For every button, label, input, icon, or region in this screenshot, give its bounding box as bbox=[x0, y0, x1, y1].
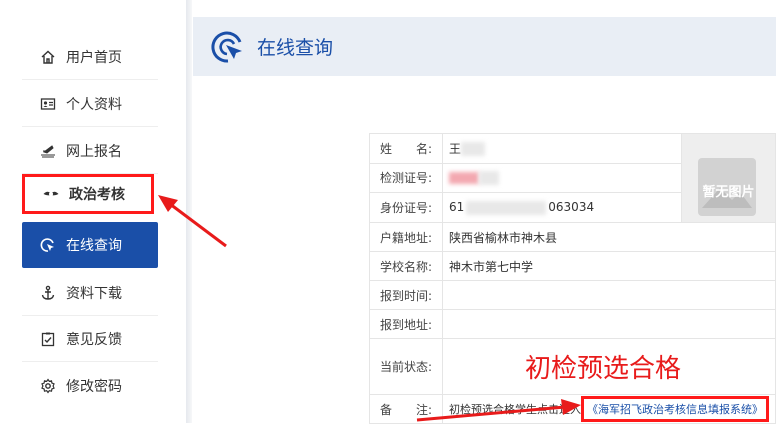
badge-icon bbox=[43, 186, 59, 202]
report-time-label: 报到时间: bbox=[369, 280, 443, 310]
id-card-value: 61 063034 bbox=[441, 192, 683, 223]
hukou-label: 户籍地址: bbox=[369, 222, 443, 252]
exam-id-label: 检测证号: bbox=[369, 162, 443, 194]
table-row: 报到时间: bbox=[369, 280, 776, 310]
table-row: 学校名称: 神木市第七中学 bbox=[369, 251, 776, 281]
school-label: 学校名称: bbox=[369, 251, 443, 281]
gear-icon bbox=[40, 378, 56, 394]
home-icon bbox=[40, 49, 56, 65]
sidebar-item-profile[interactable]: 个人资料 bbox=[22, 81, 158, 127]
query-cursor-icon bbox=[211, 31, 242, 63]
status-value: 初检预选合格 bbox=[525, 354, 682, 384]
sidebar-item-change-password[interactable]: 修改密码 bbox=[22, 363, 158, 409]
page-title: 在线查询 bbox=[257, 37, 334, 59]
exam-id-value bbox=[441, 162, 683, 194]
sidebar-item-label: 资料下载 bbox=[66, 285, 122, 302]
sidebar-item-downloads[interactable]: 资料下载 bbox=[22, 270, 158, 316]
sidebar-item-register[interactable]: 网上报名 bbox=[22, 128, 158, 174]
page-header: 在线查询 bbox=[193, 17, 776, 76]
id-card-icon bbox=[40, 96, 56, 112]
photo-placeholder-text: 暂无图片 bbox=[702, 185, 755, 200]
school-value: 神木市第七中学 bbox=[442, 251, 776, 281]
sidebar-item-label: 个人资料 bbox=[66, 96, 122, 113]
query-icon bbox=[40, 237, 56, 253]
name-value: 王 bbox=[441, 133, 683, 164]
sidebar-item-label: 用户首页 bbox=[66, 49, 122, 66]
anchor-icon bbox=[40, 285, 56, 301]
id-card-label: 身份证号: bbox=[369, 192, 443, 223]
jet-icon bbox=[40, 143, 56, 159]
sidebar-item-label: 意见反馈 bbox=[66, 331, 122, 348]
sidebar-item-feedback[interactable]: 意见反馈 bbox=[22, 316, 158, 362]
sidebar-item-home[interactable]: 用户首页 bbox=[22, 34, 158, 80]
sidebar-item-label: 网上报名 bbox=[66, 143, 122, 160]
sidebar-item-label: 政治考核 bbox=[69, 187, 125, 203]
report-time-value bbox=[442, 280, 776, 310]
table-row: 姓 名: 王 暂无图片 bbox=[369, 133, 776, 223]
photo-cell: 暂无图片 bbox=[681, 133, 776, 223]
name-label: 姓 名: bbox=[369, 133, 443, 164]
report-address-value bbox=[442, 309, 776, 339]
annotation-arrow-sidebar bbox=[158, 195, 227, 248]
sidebar-item-political-review[interactable]: 政治考核 bbox=[22, 174, 154, 214]
hukou-value: 陕西省榆林市神木县 bbox=[442, 222, 776, 252]
annotation-arrow-link bbox=[416, 399, 581, 422]
political-review-system-link[interactable]: 《海军招飞政治考核信息填报系统》 bbox=[581, 396, 769, 422]
report-address-label: 报到地址: bbox=[369, 309, 443, 339]
sidebar-item-label: 在线查询 bbox=[66, 238, 122, 254]
table-row: 户籍地址: 陕西省榆林市神木县 bbox=[369, 222, 776, 252]
sidebar-item-label: 修改密码 bbox=[66, 379, 122, 395]
sidebar-item-online-query[interactable]: 在线查询 bbox=[22, 222, 158, 268]
table-row: 报到地址: bbox=[369, 309, 776, 339]
feedback-icon bbox=[40, 331, 56, 347]
status-label: 当前状态: bbox=[369, 338, 443, 395]
